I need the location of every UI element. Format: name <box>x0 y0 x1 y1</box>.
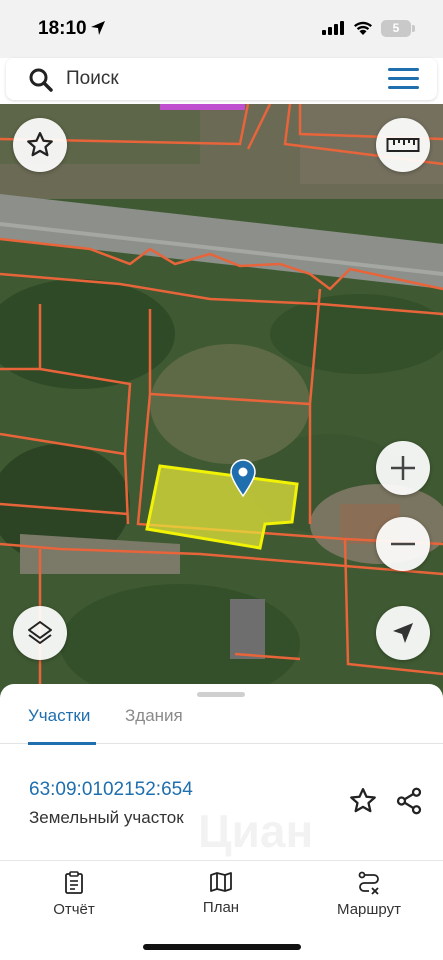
star-outline-icon <box>27 132 53 157</box>
ruler-icon <box>386 138 420 152</box>
hamburger-menu-icon[interactable] <box>386 66 422 92</box>
tab-plots-label: Участки <box>28 706 91 725</box>
bottom-navigation: Отчёт План Маршрут <box>0 860 443 930</box>
cadastral-number[interactable]: 63:09:0102152:654 <box>29 779 193 801</box>
layers-button[interactable] <box>13 606 67 660</box>
status-bar: 18:10 5 <box>0 0 443 58</box>
star-outline-icon[interactable] <box>348 786 378 816</box>
nav-route-label: Маршрут <box>337 901 401 918</box>
battery-indicator: 5 <box>381 20 411 37</box>
plot-type: Земельный участок <box>29 808 184 827</box>
route-icon <box>358 871 379 895</box>
search-bar <box>6 58 437 100</box>
satellite-map[interactable] <box>0 104 443 704</box>
search-input[interactable] <box>66 66 366 92</box>
nav-report-label: Отчёт <box>53 901 95 918</box>
battery-nub <box>412 25 415 32</box>
ruler-button[interactable] <box>376 118 430 172</box>
tab-buildings[interactable]: Здания <box>125 706 183 744</box>
navigation-arrow-icon <box>393 623 413 643</box>
location-arrow-icon <box>91 21 105 35</box>
my-location-button[interactable] <box>376 606 430 660</box>
favorites-map-button[interactable] <box>13 118 67 172</box>
nav-route[interactable]: Маршрут <box>309 871 429 918</box>
nav-plan[interactable]: План <box>161 871 281 916</box>
cian-watermark: Циан <box>198 805 314 857</box>
share-icon[interactable] <box>394 786 424 816</box>
nav-report[interactable]: Отчёт <box>14 871 134 918</box>
tab-plots[interactable]: Участки <box>28 706 96 745</box>
object-tabs: Участки Здания <box>0 700 443 745</box>
map-plan-icon <box>210 872 232 892</box>
minus-icon <box>391 542 415 546</box>
cellular-signal-icon <box>322 21 344 35</box>
plot-list-item[interactable]: Циан 63:09:0102152:654 Земельный участок <box>0 744 443 860</box>
zoom-in-button[interactable] <box>376 441 430 495</box>
nav-plan-label: План <box>202 899 240 916</box>
tab-buildings-label: Здания <box>125 706 183 725</box>
plus-icon <box>391 456 415 480</box>
layers-icon <box>28 621 52 644</box>
bottom-sheet: Участки Здания Циан 63:09:0102152:654 Зе… <box>0 684 443 960</box>
clock: 18:10 <box>38 18 87 39</box>
zoom-out-button[interactable] <box>376 517 430 571</box>
wifi-icon <box>354 21 372 35</box>
sheet-grabber[interactable] <box>197 692 245 697</box>
home-indicator[interactable] <box>143 944 301 950</box>
report-icon <box>65 871 83 894</box>
map-imagery <box>0 104 443 704</box>
search-icon[interactable] <box>28 67 54 93</box>
